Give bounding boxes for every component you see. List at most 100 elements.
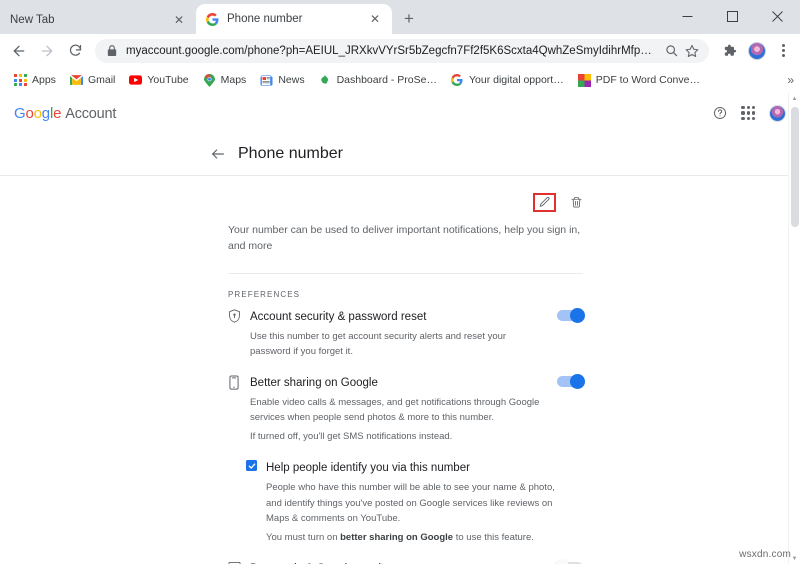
bookmark-label: Apps — [32, 74, 56, 86]
dashboard-icon — [319, 74, 332, 87]
sub-preference-subtitle: People who have this number will be able… — [266, 482, 555, 524]
bookmark-youtube[interactable]: YouTube — [123, 72, 194, 89]
apps-grid-icon — [14, 73, 27, 87]
scroll-thumb[interactable] — [790, 107, 799, 227]
reload-button-icon[interactable] — [62, 38, 88, 64]
bookmark-label: Your digital opport… — [468, 74, 564, 86]
bookmark-gmail[interactable]: Gmail — [64, 72, 121, 89]
preferences-section-label: Preferences — [228, 289, 301, 299]
bookmark-pdf-to-word-converter[interactable]: PDF to Word Conve… — [572, 72, 706, 89]
avatar — [769, 104, 786, 122]
preference-title: Account security & password reset — [250, 310, 427, 323]
toggle-account-security[interactable] — [557, 307, 585, 323]
waffle-apps-icon[interactable] — [741, 106, 755, 120]
card-description: Your number can be used to deliver impor… — [228, 224, 581, 253]
back-arrow-icon[interactable] — [210, 146, 226, 162]
tab-title: Phone number — [227, 13, 303, 25]
phone-number-card: Your number can be used to deliver impor… — [228, 176, 585, 564]
sub-preference-body: Help people identify you via this number… — [266, 458, 583, 545]
note-bold: better sharing on Google — [340, 532, 454, 544]
bookmark-news[interactable]: News — [254, 72, 310, 89]
page-scrollbar[interactable]: ▲ ▼ — [788, 93, 800, 564]
google-news-icon — [260, 74, 273, 87]
ads-services-icon — [228, 559, 250, 564]
trash-delete-icon[interactable] — [570, 196, 583, 209]
page-content: Your number can be used to deliver impor… — [0, 176, 800, 564]
window-controls — [665, 0, 800, 32]
phone-device-icon — [228, 373, 250, 390]
tab-close-icon[interactable]: ✕ — [368, 13, 382, 25]
lock-icon — [105, 44, 119, 58]
account-avatar[interactable] — [769, 104, 786, 122]
address-bar[interactable]: myaccount.google.com/phone?ph=AEIUL_JRXk… — [95, 38, 709, 63]
preference-body: Account security & password reset Use th… — [250, 307, 557, 359]
header-actions — [713, 104, 786, 122]
tab-strip: New Tab ✕ Phone number ✕ + — [0, 0, 800, 34]
profile-avatar[interactable] — [744, 38, 770, 64]
sub-preference-help-identify[interactable]: Help people identify you via this number… — [246, 458, 583, 545]
bookmark-your-digital-opportunity[interactable]: Your digital opport… — [445, 72, 570, 89]
url-text: myaccount.google.com/phone?ph=AEIUL_JRXk… — [126, 44, 657, 57]
bookmark-label: Gmail — [87, 74, 116, 86]
toggle-better-sharing[interactable] — [557, 373, 585, 389]
logo-letter: g — [41, 104, 50, 122]
maximize-button[interactable] — [710, 0, 755, 32]
checkbox-help-identify[interactable] — [246, 460, 257, 472]
avatar — [748, 41, 766, 60]
help-circle-icon[interactable] — [713, 106, 727, 120]
bookmark-dashboard-prose[interactable]: Dashboard - ProSe… — [313, 72, 443, 89]
logo-letter: G — [14, 104, 26, 122]
preference-subtitle: Use this number to get account security … — [250, 330, 507, 357]
back-button-icon[interactable] — [6, 38, 32, 64]
logo-letter: e — [53, 104, 62, 122]
new-tab-button[interactable]: + — [396, 6, 422, 32]
preference-better-sharing[interactable]: Better sharing on Google Enable video ca… — [228, 373, 585, 445]
search-icon[interactable] — [664, 44, 678, 58]
youtube-icon — [129, 74, 143, 87]
tab-title: New Tab — [10, 14, 55, 26]
card-actions — [228, 190, 583, 214]
google-g-icon — [206, 12, 219, 26]
logo-letter: o — [25, 104, 34, 122]
divider — [228, 272, 583, 274]
puzzle-piece-icon[interactable] — [716, 38, 742, 64]
bookmark-label: News — [278, 74, 305, 86]
bookmark-label: YouTube — [147, 74, 189, 86]
logo-word: Account — [65, 105, 117, 122]
close-button[interactable] — [755, 0, 800, 32]
sub-preference-note: You must turn on better sharing on Googl… — [266, 530, 573, 545]
preference-subtitle: Enable video calls & messages, and get n… — [250, 396, 540, 424]
bookmark-apps[interactable]: Apps — [8, 72, 62, 89]
bookmarks-bar: Apps Gmail YouTube Maps News Dashboard -… — [0, 67, 800, 94]
browser-toolbar: myaccount.google.com/phone?ph=AEIUL_JRXk… — [0, 34, 800, 67]
tab-new-tab[interactable]: New Tab ✕ — [0, 6, 196, 34]
minimize-button[interactable] — [665, 0, 710, 32]
three-dot-menu-icon[interactable] — [772, 44, 794, 57]
logo-letter: o — [33, 104, 42, 122]
tab-close-icon[interactable]: ✕ — [172, 14, 186, 26]
page-title-bar: Phone number — [0, 133, 800, 176]
google-account-logo[interactable]: Google Account — [14, 105, 116, 122]
scroll-up-arrow[interactable]: ▲ — [789, 93, 800, 104]
bookmarks-overflow-icon[interactable]: » — [787, 73, 794, 87]
preference-title: Better sharing on Google — [250, 376, 378, 389]
preference-account-security[interactable]: Account security & password reset Use th… — [228, 307, 585, 359]
edit-button-highlight — [533, 192, 556, 212]
watermark: wsxdn.com — [739, 549, 791, 560]
browser-window: New Tab ✕ Phone number ✕ + myaccount.goo… — [0, 0, 800, 564]
note-suffix: to use this feature. — [453, 532, 534, 544]
bookmark-label: Dashboard - ProSe… — [336, 74, 437, 86]
preference-better-ads[interactable]: Better ads & Google services Use this nu… — [228, 559, 583, 564]
preference-body: Better ads & Google services Use this nu… — [250, 559, 557, 564]
note-prefix: You must turn on — [266, 532, 341, 544]
google-account-header: Google Account — [0, 93, 800, 133]
gmail-icon — [69, 74, 83, 87]
bookmark-label: Maps — [220, 74, 247, 86]
pdf-convert-icon — [577, 73, 591, 87]
forward-button-icon[interactable] — [34, 38, 60, 64]
star-icon[interactable] — [685, 44, 699, 58]
page-title: Phone number — [238, 145, 343, 162]
pencil-edit-icon[interactable] — [538, 196, 551, 209]
bookmark-maps[interactable]: Maps — [197, 72, 253, 89]
tab-phone-number[interactable]: Phone number ✕ — [196, 4, 392, 34]
